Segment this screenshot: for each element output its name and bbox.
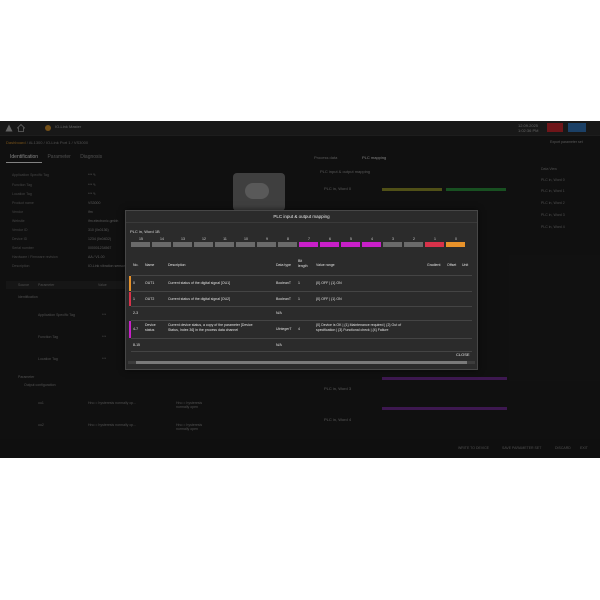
bit-box (425, 242, 444, 247)
bit-box (320, 242, 339, 247)
cell-bit-length: 1 (298, 281, 300, 285)
bit-number: 1 (434, 237, 436, 241)
bit-number: 2 (413, 237, 415, 241)
table-row: 0 OUT1 Current status of the digital sig… (129, 276, 472, 291)
bit-number: 6 (329, 237, 331, 241)
row-divider (131, 351, 472, 352)
col-data-type: Data type (276, 263, 291, 267)
bit-box (173, 242, 192, 247)
col-gradient: Gradient (427, 263, 441, 267)
cell-no: 2-3 (133, 311, 139, 315)
table-header: No. Name Description Data type Bit lengt… (131, 256, 472, 275)
cell-data-type: N/A (276, 343, 282, 347)
word-label: PLC in, Word 1B (130, 229, 160, 234)
row-color-stripe (129, 292, 131, 306)
col-name: Name (145, 263, 155, 267)
bit-box (404, 242, 423, 247)
col-unit: Unit (462, 263, 469, 267)
bit-box (278, 242, 297, 247)
cell-data-type: BooleanT (276, 281, 291, 285)
dialog-title: PLC input & output mapping (273, 214, 330, 219)
bit-number: 3 (392, 237, 394, 241)
col-offset: Offset (447, 263, 457, 267)
bit-number: 10 (244, 237, 248, 241)
bit-box (341, 242, 360, 247)
row-color-stripe (129, 321, 131, 338)
bit-number: 12 (202, 237, 206, 241)
bit-number: 14 (160, 237, 164, 241)
bit-number: 5 (350, 237, 352, 241)
cell-data-type: BooleanT (276, 297, 291, 301)
cell-name: Device status (145, 323, 156, 332)
cell-name: OUT2 (145, 297, 155, 301)
bit-number: 11 (223, 237, 227, 241)
scrollbar-thumb[interactable] (136, 361, 467, 364)
cell-data-type: UIntegerT (276, 327, 292, 331)
bit-number: 9 (266, 237, 268, 241)
table-row: 4-7 Device status Current device status,… (129, 321, 472, 338)
bit-box (446, 242, 465, 247)
cell-name-line2: status (145, 327, 155, 332)
close-button[interactable]: CLOSE (456, 352, 470, 357)
cell-description-line2: Status, Index 36] in the process data ch… (168, 327, 239, 332)
cell-no: 0 (133, 281, 135, 285)
cell-description: Current status of the digital signal [OU… (168, 281, 231, 285)
bit-number: 0 (455, 237, 457, 241)
cell-no: 1 (133, 297, 135, 301)
bit-box (152, 242, 171, 247)
table-row: 1 OUT2 Current status of the digital sig… (129, 292, 472, 306)
cell-bit-length: 1 (298, 297, 300, 301)
cell-name-line1: Device (145, 323, 156, 327)
bit-box (194, 242, 213, 247)
cell-value-range: {0} OFF | {1} ON (316, 297, 342, 301)
horizontal-scrollbar[interactable] (128, 361, 475, 364)
cell-no: 8-15 (133, 343, 141, 347)
bit-box (362, 242, 381, 247)
cell-value-range-line1: {0} Device is OK | {1} Maintenance requi… (316, 323, 402, 327)
cell-description: Current status of the digital signal [OU… (168, 297, 231, 301)
row-color-stripe (129, 307, 131, 320)
cell-description-line1: Current device status, a copy of the par… (168, 323, 253, 327)
col-bit-length-line1: Bit (298, 259, 303, 263)
col-no: No. (133, 263, 139, 267)
col-bit-length-line2: length (298, 263, 308, 268)
col-description: Description (168, 263, 186, 267)
table-row: 8-15 N/A (131, 339, 472, 351)
bit-number: 15 (139, 237, 143, 241)
bit-box (236, 242, 255, 247)
cell-data-type: N/A (276, 311, 282, 315)
bit-number: 4 (371, 237, 373, 241)
bit-box (299, 242, 318, 247)
table-row: 2-3 N/A (131, 307, 472, 320)
row-color-stripe (129, 339, 131, 351)
row-color-stripe (129, 276, 131, 291)
bit-number: 8 (287, 237, 289, 241)
bit-box (131, 242, 150, 247)
cell-value-range-line2: specification | {3} Functional check | {… (316, 327, 389, 332)
title-divider (126, 222, 477, 223)
bit-box (257, 242, 276, 247)
cell-value-range: {0} Device is OK | {1} Maintenance requi… (316, 323, 401, 332)
bit-box (383, 242, 402, 247)
cell-description: Current device status, a copy of the par… (168, 323, 253, 332)
cell-name: OUT1 (145, 281, 155, 285)
bit-number: 13 (181, 237, 185, 241)
plc-mapping-dialog: PLC input & output mapping PLC in, Word … (125, 210, 478, 370)
cell-no: 4-7 (133, 327, 139, 331)
col-value-range: Value range (316, 263, 335, 267)
col-bit-length: Bit length (298, 259, 308, 268)
bit-number: 7 (308, 237, 310, 241)
bit-box (215, 242, 234, 247)
cell-bit-length: 4 (298, 327, 300, 331)
cell-value-range: {0} OFF | {1} ON (316, 281, 342, 285)
